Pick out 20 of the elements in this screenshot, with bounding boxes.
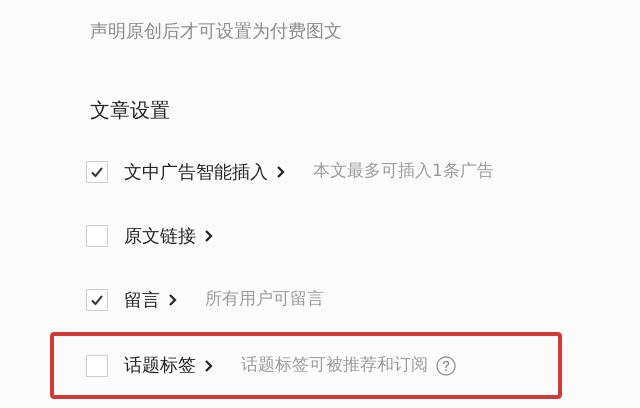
checkbox[interactable] — [86, 225, 108, 247]
chevron-icon[interactable] — [276, 165, 285, 179]
option-label: 话题标签 — [124, 354, 196, 378]
help-icon[interactable] — [436, 356, 456, 376]
chevron-icon[interactable] — [204, 358, 213, 372]
check-icon — [90, 166, 104, 178]
section-title: 文章设置 — [90, 97, 171, 123]
chevron-icon[interactable] — [204, 229, 213, 243]
option-description: 本文最多可插入1条广告 — [313, 160, 494, 184]
info-note: 声明原创后才可设置为付费图文 — [90, 20, 343, 44]
check-icon — [90, 294, 104, 306]
option-label: 文中广告智能插入 — [124, 160, 268, 184]
option-label: 留言 — [124, 288, 160, 312]
checkbox[interactable] — [86, 161, 108, 183]
checkbox[interactable] — [86, 354, 108, 376]
option-description: 话题标签可被推荐和订阅 — [241, 354, 428, 377]
checkbox[interactable] — [86, 289, 108, 311]
chevron-icon[interactable] — [168, 293, 177, 307]
option-description: 所有用户可留言 — [205, 288, 324, 312]
option-label: 原文链接 — [124, 224, 196, 248]
